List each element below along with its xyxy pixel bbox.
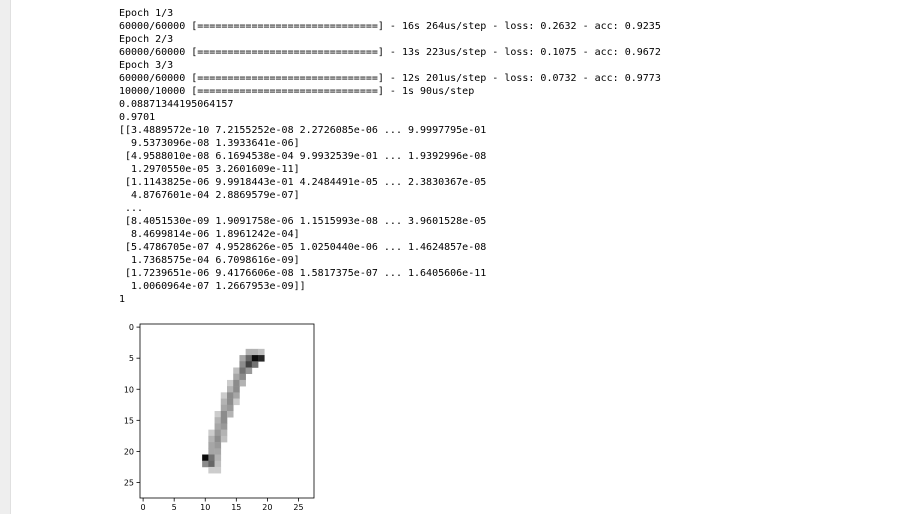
image-pixel: [220, 411, 228, 418]
image-pixel: [239, 361, 246, 368]
y-tick-label: 15: [124, 416, 134, 425]
output-line: [1.1143825e-06 9.9918443e-01 4.2484491e-…: [119, 177, 487, 188]
image-pixel: [214, 417, 222, 424]
output-line: 0.9701: [119, 112, 156, 123]
image-pixel: [202, 460, 209, 468]
image-pixel: [202, 454, 209, 462]
image-pixel: [220, 404, 228, 412]
image-pixel: [227, 404, 234, 412]
output-line: Epoch 2/3: [119, 34, 174, 45]
output-line: 60000/60000 [===========================…: [119, 21, 661, 32]
image-pixel: [208, 435, 215, 443]
image-pixel: [239, 355, 246, 362]
output-line: [1.7239651e-06 9.4176606e-08 1.5817375e-…: [119, 268, 487, 279]
image-pixel: [233, 367, 240, 375]
output-line: ...: [119, 203, 144, 214]
x-tick-label: 15: [231, 503, 241, 512]
y-tick-label: 25: [124, 478, 134, 487]
image-pixel: [227, 411, 234, 418]
image-pixel: [214, 429, 222, 437]
image-pixel: [208, 460, 215, 468]
image-pixel: [227, 379, 234, 387]
image-pixel: [214, 466, 222, 474]
image-pixel: [208, 454, 215, 462]
x-tick-label: 10: [200, 503, 210, 512]
output-line: 1.0060964e-07 1.2667953e-09]]: [119, 281, 306, 292]
image-pixel: [208, 448, 215, 455]
image-pixel: [214, 442, 222, 449]
image-pixel: [214, 454, 222, 462]
image-pixel: [245, 367, 253, 375]
image-plot: 0 5 10 15 20 25 0 5 10 15 20 25: [113, 316, 323, 514]
y-tick-label: 0: [129, 323, 134, 332]
y-tick-label: 5: [129, 354, 134, 363]
image-pixel: [227, 386, 234, 393]
image-pixel: [214, 423, 222, 430]
image-pixel: [251, 348, 259, 356]
image-pixel: [233, 373, 240, 381]
output-line: [4.9588010e-08 6.1694538e-04 9.9932539e-…: [119, 151, 487, 162]
image-pixel: [233, 386, 240, 393]
image-pixel: [239, 379, 246, 387]
output-line: 0.08871344195064157: [119, 99, 234, 110]
output-line: [[3.4889572e-10 7.2155252e-08 2.2726085e…: [119, 125, 487, 136]
image-pixel: [233, 398, 240, 406]
output-line: 8.4699814e-06 1.8961242e-04]: [119, 229, 300, 240]
image-pixel: [214, 435, 222, 443]
image-pixel: [208, 466, 215, 474]
output-line: Epoch 3/3: [119, 60, 174, 71]
output-line: 1.7368575e-04 6.7098616e-09]: [119, 255, 300, 266]
image-pixel: [220, 435, 228, 443]
image-pixel: [239, 367, 246, 375]
y-tick-label: 10: [124, 385, 134, 394]
image-pixel: [258, 348, 265, 356]
image-pixel: [233, 379, 240, 387]
image-pixel: [245, 361, 253, 368]
image-pixel: [220, 417, 228, 424]
image-pixel: [227, 392, 234, 399]
image-pixel: [220, 398, 228, 406]
output-line: 60000/60000 [===========================…: [119, 47, 661, 58]
image-pixel: [233, 392, 240, 399]
output-line: 9.5373096e-08 1.3933641e-06]: [119, 138, 300, 149]
image-pixel: [245, 355, 253, 362]
output-line: 10000/10000 [===========================…: [119, 86, 475, 97]
image-pixel: [239, 373, 246, 381]
output-line: 1.2970550e-05 3.2601609e-11]: [119, 164, 300, 175]
output-line: [8.4051530e-09 1.9091758e-06 1.1515993e-…: [119, 216, 487, 227]
output-line: Epoch 1/3: [119, 8, 174, 19]
y-tick-label: 20: [124, 447, 134, 456]
image-pixel: [251, 361, 259, 368]
image-pixel: [208, 442, 215, 449]
image-pixel: [245, 348, 253, 356]
image-pixel: [258, 355, 265, 362]
output-line: [5.4786705e-07 4.9528626e-05 1.0250440e-…: [119, 242, 487, 253]
output-line: 60000/60000 [===========================…: [119, 73, 661, 84]
image-pixel: [220, 429, 228, 437]
output-line: 1: [119, 294, 126, 305]
cell-left-gutter: [0, 0, 11, 514]
image-pixel: [214, 460, 222, 468]
digit-image-chart: 0 5 10 15 20 25 0 5 10 15 20 25: [124, 323, 315, 512]
cell-output-area: Epoch 1/3 60000/60000 [=================…: [119, 7, 879, 306]
output-line: 4.8767601e-04 2.8869579e-07]: [119, 190, 300, 201]
image-pixel: [214, 448, 222, 455]
image-pixel: [251, 355, 259, 362]
image-pixel: [214, 411, 222, 418]
x-tick-label: 0: [141, 503, 146, 512]
image-pixel: [220, 423, 228, 430]
x-tick-label: 25: [293, 503, 303, 512]
x-tick-label: 20: [262, 503, 272, 512]
x-tick-label: 5: [172, 503, 177, 512]
image-pixel: [220, 392, 228, 399]
image-pixel: [208, 429, 215, 437]
image-pixel: [227, 398, 234, 406]
